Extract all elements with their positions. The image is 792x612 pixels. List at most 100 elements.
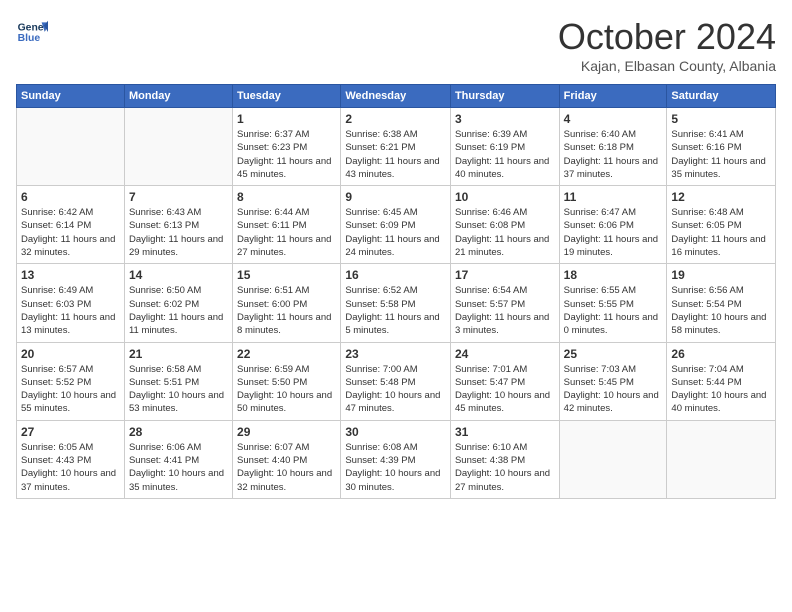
day-number: 16 [345,268,446,282]
day-number: 11 [564,190,663,204]
day-number: 12 [671,190,771,204]
logo: General Blue [16,16,48,48]
day-of-week-header: Saturday [667,85,776,108]
calendar-cell: 15 Sunrise: 6:51 AM Sunset: 6:00 PM Dayli… [233,264,341,342]
calendar-cell: 16 Sunrise: 6:52 AM Sunset: 5:58 PM Dayli… [341,264,451,342]
day-detail: Sunrise: 6:07 AM Sunset: 4:40 PM Dayligh… [237,441,336,494]
calendar-cell: 1Sunrise: 6:37 AM Sunset: 6:23 PM Daylig… [233,108,341,186]
calendar-cell: 13 Sunrise: 6:49 AM Sunset: 6:03 PM Dayli… [17,264,125,342]
calendar-cell: 23Sunrise: 7:00 AM Sunset: 5:48 PM Dayli… [341,342,451,420]
day-detail: Sunrise: 6:58 AM Sunset: 5:51 PM Dayligh… [129,363,228,416]
day-number: 13 [21,268,120,282]
day-number: 4 [564,112,663,126]
calendar-cell: 27 Sunrise: 6:05 AM Sunset: 4:43 PM Dayli… [17,420,125,498]
day-number: 17 [455,268,555,282]
day-detail: Sunrise: 7:01 AM Sunset: 5:47 PM Dayligh… [455,363,555,416]
calendar-cell: 10 Sunrise: 6:46 AM Sunset: 6:08 PM Dayli… [450,186,559,264]
calendar-cell: 26 Sunrise: 7:04 AM Sunset: 5:44 PM Dayli… [667,342,776,420]
day-detail: Sunrise: 6:08 AM Sunset: 4:39 PM Dayligh… [345,441,446,494]
day-number: 26 [671,347,771,361]
day-number: 25 [564,347,663,361]
day-of-week-header: Wednesday [341,85,451,108]
day-number: 14 [129,268,228,282]
day-detail: Sunrise: 6:06 AM Sunset: 4:41 PM Dayligh… [129,441,228,494]
day-detail: Sunrise: 6:49 AM Sunset: 6:03 PM Dayligh… [21,284,120,337]
day-detail: Sunrise: 6:44 AM Sunset: 6:11 PM Dayligh… [237,206,336,259]
calendar-cell: 22Sunrise: 6:59 AM Sunset: 5:50 PM Dayli… [233,342,341,420]
day-detail: Sunrise: 7:04 AM Sunset: 5:44 PM Dayligh… [671,363,771,416]
calendar-cell: 2 Sunrise: 6:38 AM Sunset: 6:21 PM Daylig… [341,108,451,186]
day-number: 31 [455,425,555,439]
calendar-week-row: 13 Sunrise: 6:49 AM Sunset: 6:03 PM Dayli… [17,264,776,342]
day-detail: Sunrise: 6:39 AM Sunset: 6:19 PM Dayligh… [455,128,555,181]
day-number: 8 [237,190,336,204]
day-detail: Sunrise: 6:41 AM Sunset: 6:16 PM Dayligh… [671,128,771,181]
day-detail: Sunrise: 6:52 AM Sunset: 5:58 PM Dayligh… [345,284,446,337]
calendar-cell [559,420,667,498]
day-detail: Sunrise: 6:57 AM Sunset: 5:52 PM Dayligh… [21,363,120,416]
day-number: 27 [21,425,120,439]
day-number: 10 [455,190,555,204]
day-detail: Sunrise: 6:48 AM Sunset: 6:05 PM Dayligh… [671,206,771,259]
day-number: 15 [237,268,336,282]
calendar-cell: 31 Sunrise: 6:10 AM Sunset: 4:38 PM Dayli… [450,420,559,498]
title-block: October 2024 Kajan, Elbasan County, Alba… [558,16,776,74]
day-detail: Sunrise: 6:46 AM Sunset: 6:08 PM Dayligh… [455,206,555,259]
calendar-cell: 4Sunrise: 6:40 AM Sunset: 6:18 PM Daylig… [559,108,667,186]
day-of-week-header: Sunday [17,85,125,108]
calendar-cell: 14Sunrise: 6:50 AM Sunset: 6:02 PM Dayli… [124,264,232,342]
day-detail: Sunrise: 7:03 AM Sunset: 5:45 PM Dayligh… [564,363,663,416]
day-detail: Sunrise: 6:51 AM Sunset: 6:00 PM Dayligh… [237,284,336,337]
day-detail: Sunrise: 6:37 AM Sunset: 6:23 PM Dayligh… [237,128,336,181]
day-number: 23 [345,347,446,361]
day-of-week-header: Monday [124,85,232,108]
day-number: 6 [21,190,120,204]
day-detail: Sunrise: 6:55 AM Sunset: 5:55 PM Dayligh… [564,284,663,337]
calendar-cell: 30 Sunrise: 6:08 AM Sunset: 4:39 PM Dayli… [341,420,451,498]
calendar-cell [667,420,776,498]
calendar-cell: 3 Sunrise: 6:39 AM Sunset: 6:19 PM Daylig… [450,108,559,186]
day-detail: Sunrise: 6:54 AM Sunset: 5:57 PM Dayligh… [455,284,555,337]
calendar-cell: 20 Sunrise: 6:57 AM Sunset: 5:52 PM Dayli… [17,342,125,420]
calendar-week-row: 1Sunrise: 6:37 AM Sunset: 6:23 PM Daylig… [17,108,776,186]
day-detail: Sunrise: 6:10 AM Sunset: 4:38 PM Dayligh… [455,441,555,494]
logo-icon: General Blue [16,16,48,48]
day-number: 21 [129,347,228,361]
calendar-header: SundayMondayTuesdayWednesdayThursdayFrid… [17,85,776,108]
calendar-table: SundayMondayTuesdayWednesdayThursdayFrid… [16,84,776,499]
day-number: 5 [671,112,771,126]
calendar-week-row: 6 Sunrise: 6:42 AM Sunset: 6:14 PM Daylig… [17,186,776,264]
calendar-cell: 18 Sunrise: 6:55 AM Sunset: 5:55 PM Dayli… [559,264,667,342]
day-number: 20 [21,347,120,361]
calendar-cell: 8 Sunrise: 6:44 AM Sunset: 6:11 PM Daylig… [233,186,341,264]
day-number: 7 [129,190,228,204]
svg-text:Blue: Blue [18,33,41,44]
day-number: 22 [237,347,336,361]
calendar-cell: 11Sunrise: 6:47 AM Sunset: 6:06 PM Dayli… [559,186,667,264]
day-detail: Sunrise: 6:42 AM Sunset: 6:14 PM Dayligh… [21,206,120,259]
calendar-cell: 24Sunrise: 7:01 AM Sunset: 5:47 PM Dayli… [450,342,559,420]
calendar-cell: 21 Sunrise: 6:58 AM Sunset: 5:51 PM Dayli… [124,342,232,420]
day-number: 3 [455,112,555,126]
day-detail: Sunrise: 6:38 AM Sunset: 6:21 PM Dayligh… [345,128,446,181]
day-number: 18 [564,268,663,282]
calendar-cell: 29 Sunrise: 6:07 AM Sunset: 4:40 PM Dayli… [233,420,341,498]
calendar-cell: 9 Sunrise: 6:45 AM Sunset: 6:09 PM Daylig… [341,186,451,264]
day-of-week-header: Friday [559,85,667,108]
day-number: 30 [345,425,446,439]
calendar-body: 1Sunrise: 6:37 AM Sunset: 6:23 PM Daylig… [17,108,776,499]
day-number: 9 [345,190,446,204]
calendar-cell: 12 Sunrise: 6:48 AM Sunset: 6:05 PM Dayli… [667,186,776,264]
calendar-cell: 7 Sunrise: 6:43 AM Sunset: 6:13 PM Daylig… [124,186,232,264]
calendar-cell [17,108,125,186]
calendar-cell: 25 Sunrise: 7:03 AM Sunset: 5:45 PM Dayli… [559,342,667,420]
calendar-cell: 28Sunrise: 6:06 AM Sunset: 4:41 PM Dayli… [124,420,232,498]
calendar-week-row: 27 Sunrise: 6:05 AM Sunset: 4:43 PM Dayli… [17,420,776,498]
day-number: 29 [237,425,336,439]
day-number: 2 [345,112,446,126]
day-of-week-header: Thursday [450,85,559,108]
day-detail: Sunrise: 6:43 AM Sunset: 6:13 PM Dayligh… [129,206,228,259]
calendar-cell: 17 Sunrise: 6:54 AM Sunset: 5:57 PM Dayli… [450,264,559,342]
day-detail: Sunrise: 6:45 AM Sunset: 6:09 PM Dayligh… [345,206,446,259]
day-detail: Sunrise: 6:05 AM Sunset: 4:43 PM Dayligh… [21,441,120,494]
